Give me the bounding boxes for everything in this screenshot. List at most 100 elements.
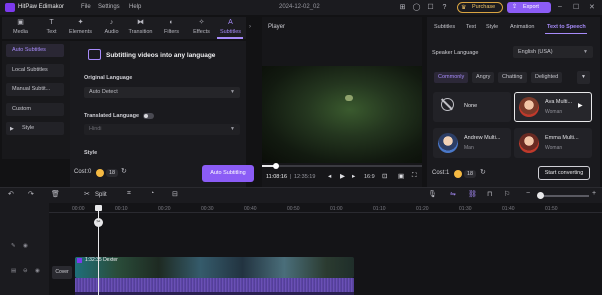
voice-name: None [464,103,478,109]
next-frame-icon[interactable]: ▸ [352,172,355,180]
undo-icon[interactable]: ↶ [8,190,14,198]
time-ruler[interactable] [49,212,602,213]
freeze-icon[interactable]: ⊟ [172,190,178,198]
previous-frame-icon[interactable]: ◂ [328,172,331,180]
tool-text[interactable]: T Text [37,17,66,39]
video-preview[interactable] [262,66,422,163]
project-title: 2024-12-02_02 [279,4,320,10]
audio-waveform[interactable] [75,278,354,292]
minimize-icon[interactable]: – [558,3,562,10]
refresh-icon[interactable]: ↻ [480,168,486,176]
chevron-down-icon[interactable]: ▼ [577,71,590,84]
snap-icon[interactable]: ⇋ [450,190,456,198]
player-label: Player [268,24,286,30]
current-time: 11:08:16 [266,174,288,180]
menu-settings[interactable]: Settings [98,4,120,10]
translated-language-select[interactable]: Hindi ▼ [84,124,240,135]
speed-icon[interactable]: ◔ [150,190,154,197]
crop-icon[interactable]: ⌗ [127,190,131,198]
split-icon[interactable]: ✂ [84,190,90,198]
tab-subtitles[interactable]: Subtitles [434,24,455,30]
style-section-label: Style [84,150,98,156]
active-tool-indicator [217,37,243,39]
subnav-custom[interactable]: Custom [6,103,64,116]
visibility-icon[interactable]: ◉ [23,243,28,249]
avatar [519,97,539,117]
play-icon[interactable]: ▶ [340,172,345,180]
preview-quality-icon[interactable]: ▣ [398,172,404,180]
tool-media[interactable]: ▣ Media [6,17,35,39]
tool-label: Transition [128,29,153,35]
filters-icon: ◐ [169,19,174,26]
timeline-toolbar [0,187,602,203]
gift-icon[interactable]: ⊞ [398,3,407,12]
speaker-language-select[interactable]: English (USA) ▼ [513,46,593,58]
subnav-auto-subtitles[interactable]: Auto Subtitles [6,44,64,57]
tool-label: Filters [164,29,179,35]
tool-subtitles[interactable]: A Subtitles [216,17,245,39]
split-label[interactable]: Split [95,192,107,198]
help-icon[interactable]: ? [440,3,449,12]
user-icon[interactable]: ◯ [412,3,421,12]
start-converting-button[interactable]: Start converting [538,166,590,180]
ruler-tick-label: 01:20 [416,206,429,212]
speaker-language-value: English (USA) [518,49,553,55]
microphone-icon[interactable]: 🎙 [428,190,437,198]
aspect-ratio-select[interactable]: 16:9 [364,174,375,180]
redo-icon[interactable]: ↷ [28,190,34,198]
playback-progress-handle[interactable] [273,163,279,169]
toolbar-scroll-right-icon[interactable]: › [249,24,251,30]
ruler-tick-label: 00:40 [244,206,257,212]
playback-progress-track[interactable] [262,165,422,167]
original-language-select[interactable]: Auto Detect ▼ [84,87,240,98]
tab-style[interactable]: Style [486,24,498,30]
link-icon[interactable]: ⛓ [468,190,477,198]
cover-button[interactable]: Cover [52,266,72,279]
cost-value: 18 [106,169,119,177]
subnav-style[interactable]: Style [6,122,64,135]
marker-icon[interactable]: ⚐ [504,190,510,198]
subnav-manual-subtitles[interactable]: Manual Subtit... [6,83,64,96]
chip-angry[interactable]: Angry [472,72,495,83]
zoom-out-icon[interactable]: − [526,190,530,197]
tool-elements[interactable]: ✦ Elements [66,17,95,39]
scissors-icon[interactable]: ✂ [94,218,103,227]
subtitle-translate-icon [88,49,101,60]
play-icon[interactable]: ▶ [578,102,583,109]
tool-effects[interactable]: ✧ Effects [187,17,216,39]
menu-help[interactable]: Help [129,4,141,10]
edit-track-icon[interactable]: ✎ [11,243,16,249]
tab-animation[interactable]: Animation [510,24,534,30]
tool-label: Elements [69,29,92,35]
voice-name: Ava Multi... [545,99,573,105]
refresh-icon[interactable]: ↻ [121,167,127,175]
chip-chatting[interactable]: Chatting [498,72,527,83]
voice-gender: Man [464,145,474,151]
export-label: Export [523,4,539,10]
subtitles-icon: A [228,19,233,26]
tool-filters[interactable]: ◐ Filters [157,17,186,39]
mute-icon[interactable]: ◉ [35,268,40,274]
lock-icon[interactable]: ⊖ [23,268,28,274]
clip-badge-icon [77,258,82,263]
magnet-icon[interactable]: ⊓ [487,190,492,198]
fullscreen-icon[interactable]: ⛶ [412,172,417,180]
tool-audio[interactable]: ♪ Audio [97,17,126,39]
feedback-icon[interactable]: ☐ [426,3,435,12]
chip-delighted[interactable]: Delighted [531,72,563,83]
menu-file[interactable]: File [81,4,91,10]
close-icon[interactable]: ✕ [589,3,595,11]
tab-text-to-speech[interactable]: Text to Speech [547,24,586,30]
zoom-slider[interactable] [539,195,589,197]
maximize-icon[interactable]: ☐ [573,3,579,11]
zoom-slider-handle[interactable] [537,192,544,199]
tool-transition[interactable]: ⧓ Transition [126,17,155,39]
tab-text[interactable]: Text [466,24,476,30]
snapshot-icon[interactable]: ⊡ [382,172,387,180]
chip-commonly[interactable]: Commonly [434,72,469,83]
subnav-local-subtitles[interactable]: Local Subtitles [6,64,64,77]
delete-icon[interactable]: 🗑 [51,190,60,198]
playhead-handle[interactable] [95,205,102,211]
auto-subtitling-button[interactable]: Auto Subtitling [202,165,254,182]
zoom-in-icon[interactable]: + [592,190,596,197]
